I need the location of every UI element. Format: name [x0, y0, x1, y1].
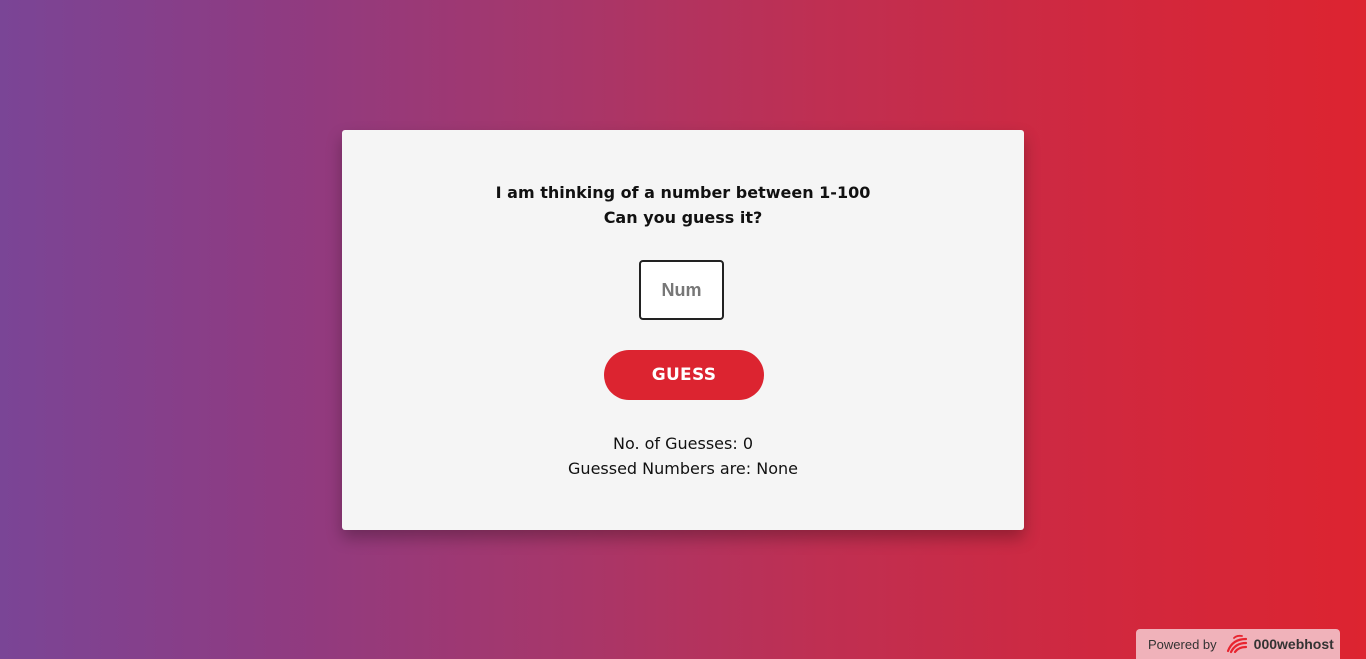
- prompt-line-1: I am thinking of a number between 1-100: [495, 183, 871, 202]
- guess-number-input[interactable]: [639, 260, 724, 320]
- 000webhost-logo-icon: [1226, 634, 1247, 654]
- guess-button[interactable]: GUESS: [604, 350, 764, 400]
- powered-by-label: Powered by: [1148, 636, 1217, 652]
- game-card: I am thinking of a number between 1-100 …: [342, 130, 1024, 530]
- guess-count-text: No. of Guesses: 0: [612, 434, 754, 453]
- prompt-line-2: Can you guess it?: [603, 208, 763, 227]
- powered-by-badge[interactable]: Powered by 000webhost: [1136, 629, 1340, 659]
- guessed-numbers-text: Guessed Numbers are: None: [568, 459, 798, 478]
- brand-name: 000webhost: [1253, 636, 1334, 652]
